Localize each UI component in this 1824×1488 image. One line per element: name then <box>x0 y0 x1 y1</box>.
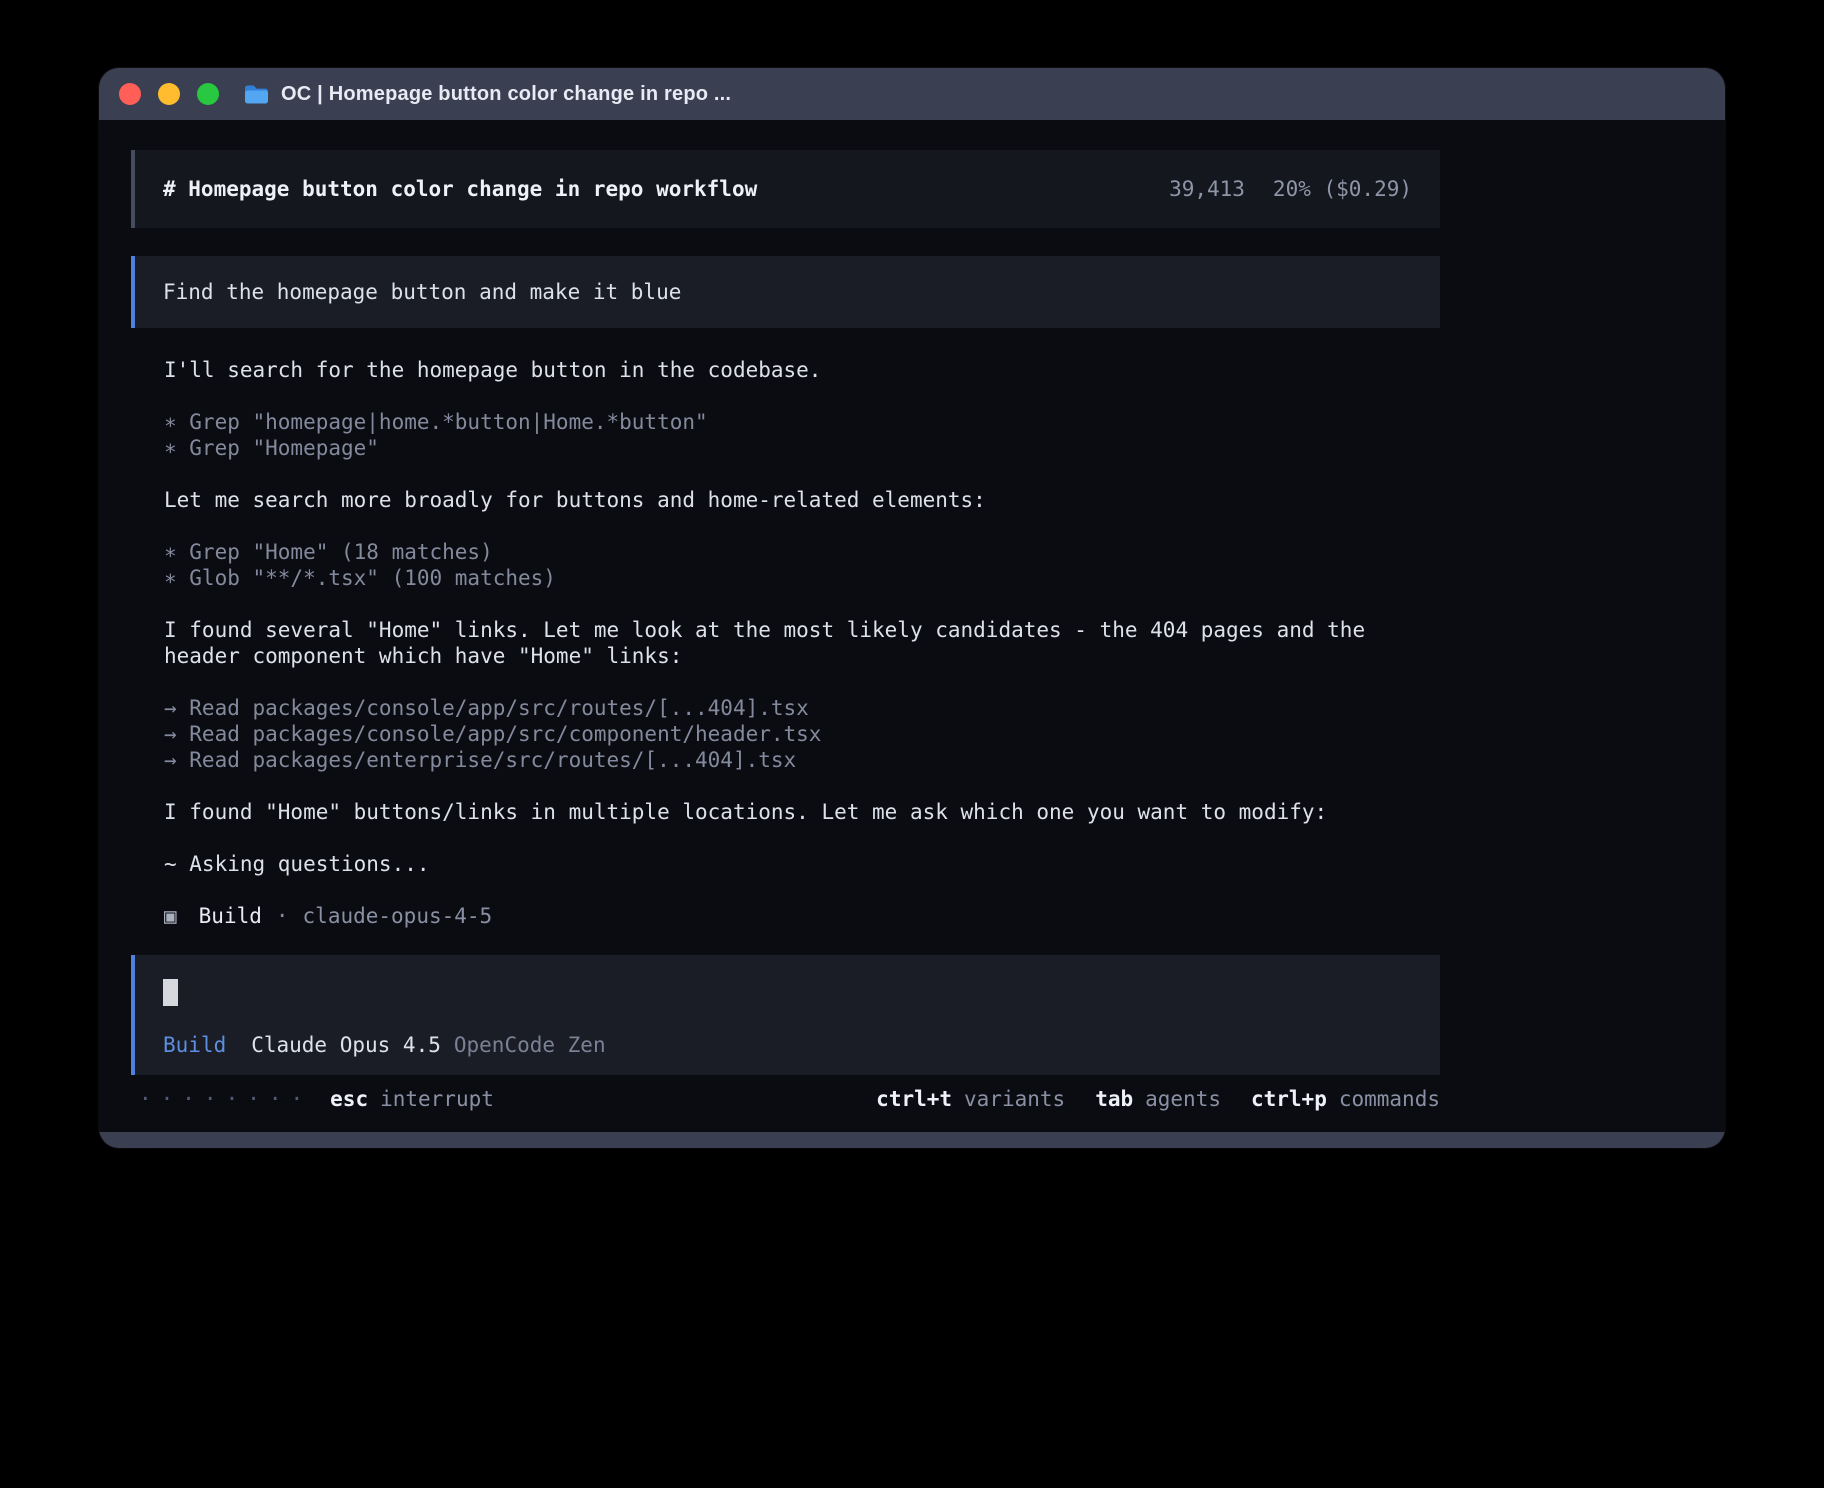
text-cursor <box>163 979 178 1006</box>
traffic-lights <box>119 83 219 105</box>
input-meta: Build Claude Opus 4.5 OpenCode Zen <box>163 1032 1412 1058</box>
user-message: Find the homepage button and make it blu… <box>131 256 1440 328</box>
prompt-input[interactable]: Build Claude Opus 4.5 OpenCode Zen <box>131 955 1440 1075</box>
grep-tool-call: ∗ Grep "homepage|home.*button|Home.*butt… <box>131 409 1440 435</box>
read-tool-call: → Read packages/enterprise/src/routes/[.… <box>131 747 1440 773</box>
window-title: OC | Homepage button color change in rep… <box>281 83 731 106</box>
shortcut-label: interrupt <box>380 1087 494 1111</box>
agent-icon: ▣ <box>164 904 177 928</box>
token-count: 39,413 <box>1169 176 1245 202</box>
agent-name: Build <box>199 904 262 928</box>
provider-label: OpenCode Zen <box>454 1032 606 1058</box>
minimize-button[interactable] <box>158 83 180 105</box>
agent-model: claude-opus-4-5 <box>303 904 493 928</box>
assistant-paragraph: I'll search for the homepage button in t… <box>131 357 1440 383</box>
read-tool-call: → Read packages/console/app/src/routes/[… <box>131 695 1440 721</box>
shortcut-variants: ctrl+t variants <box>876 1086 1065 1112</box>
shortcut-key: esc <box>330 1087 368 1111</box>
user-message-text: Find the homepage button and make it blu… <box>163 280 681 304</box>
grep-tool-call: ∗ Grep "Homepage" <box>131 435 1440 461</box>
model-name-label: Claude Opus 4.5 <box>251 1032 441 1058</box>
shortcut-label: agents <box>1145 1087 1221 1111</box>
agent-mode-label: Build <box>163 1032 226 1058</box>
context-usage: 20% ($0.29) <box>1273 176 1412 202</box>
session-content: # Homepage button color change in repo w… <box>131 120 1440 1112</box>
grep-tool-call: ∗ Grep "Home" (18 matches) <box>131 539 1440 565</box>
glob-tool-call: ∗ Glob "**/*.tsx" (100 matches) <box>131 565 1440 591</box>
status-bar-left: ········ esc interrupt <box>139 1086 494 1112</box>
shortcut-label: variants <box>964 1087 1065 1111</box>
assistant-paragraph: I found several "Home" links. Let me loo… <box>131 617 1440 669</box>
session-title: # Homepage button color change in repo w… <box>163 176 757 202</box>
shortcut-interrupt: esc interrupt <box>330 1086 494 1112</box>
session-stats: 39,413 20% ($0.29) <box>1169 176 1412 202</box>
status-bar-right: ctrl+t variants tab agents ctrl+p commands <box>876 1086 1440 1112</box>
shortcut-commands: ctrl+p commands <box>1251 1086 1440 1112</box>
dot-separator: · <box>276 904 289 928</box>
session-header: # Homepage button color change in repo w… <box>131 150 1440 228</box>
tool-call-group: ∗ Grep "Home" (18 matches) ∗ Glob "**/*.… <box>131 539 1440 591</box>
shortcut-agents: tab agents <box>1095 1086 1221 1112</box>
shortcut-label: commands <box>1339 1087 1440 1111</box>
assistant-paragraph: Let me search more broadly for buttons a… <box>131 487 1440 513</box>
tool-call-group: → Read packages/console/app/src/routes/[… <box>131 695 1440 773</box>
assistant-status: ~ Asking questions... <box>131 851 1440 877</box>
folder-icon <box>243 83 270 106</box>
terminal-window: OC | Homepage button color change in rep… <box>99 68 1725 1148</box>
terminal-content: # Homepage button color change in repo w… <box>99 120 1725 1132</box>
read-tool-call: → Read packages/console/app/src/componen… <box>131 721 1440 747</box>
tool-call-group: ∗ Grep "homepage|home.*button|Home.*butt… <box>131 409 1440 461</box>
status-bar: ········ esc interrupt ctrl+t variants tab… <box>131 1086 1440 1112</box>
assistant-paragraph: I found "Home" buttons/links in multiple… <box>131 799 1440 825</box>
zoom-button[interactable] <box>197 83 219 105</box>
shortcut-key: ctrl+p <box>1251 1087 1327 1111</box>
window-titlebar[interactable]: OC | Homepage button color change in rep… <box>99 68 1725 120</box>
spinner-dots: ········ <box>139 1086 312 1112</box>
agent-indicator: ▣ Build · claude-opus-4-5 <box>131 903 1440 929</box>
shortcut-key: ctrl+t <box>876 1087 952 1111</box>
close-button[interactable] <box>119 83 141 105</box>
shortcut-key: tab <box>1095 1087 1133 1111</box>
